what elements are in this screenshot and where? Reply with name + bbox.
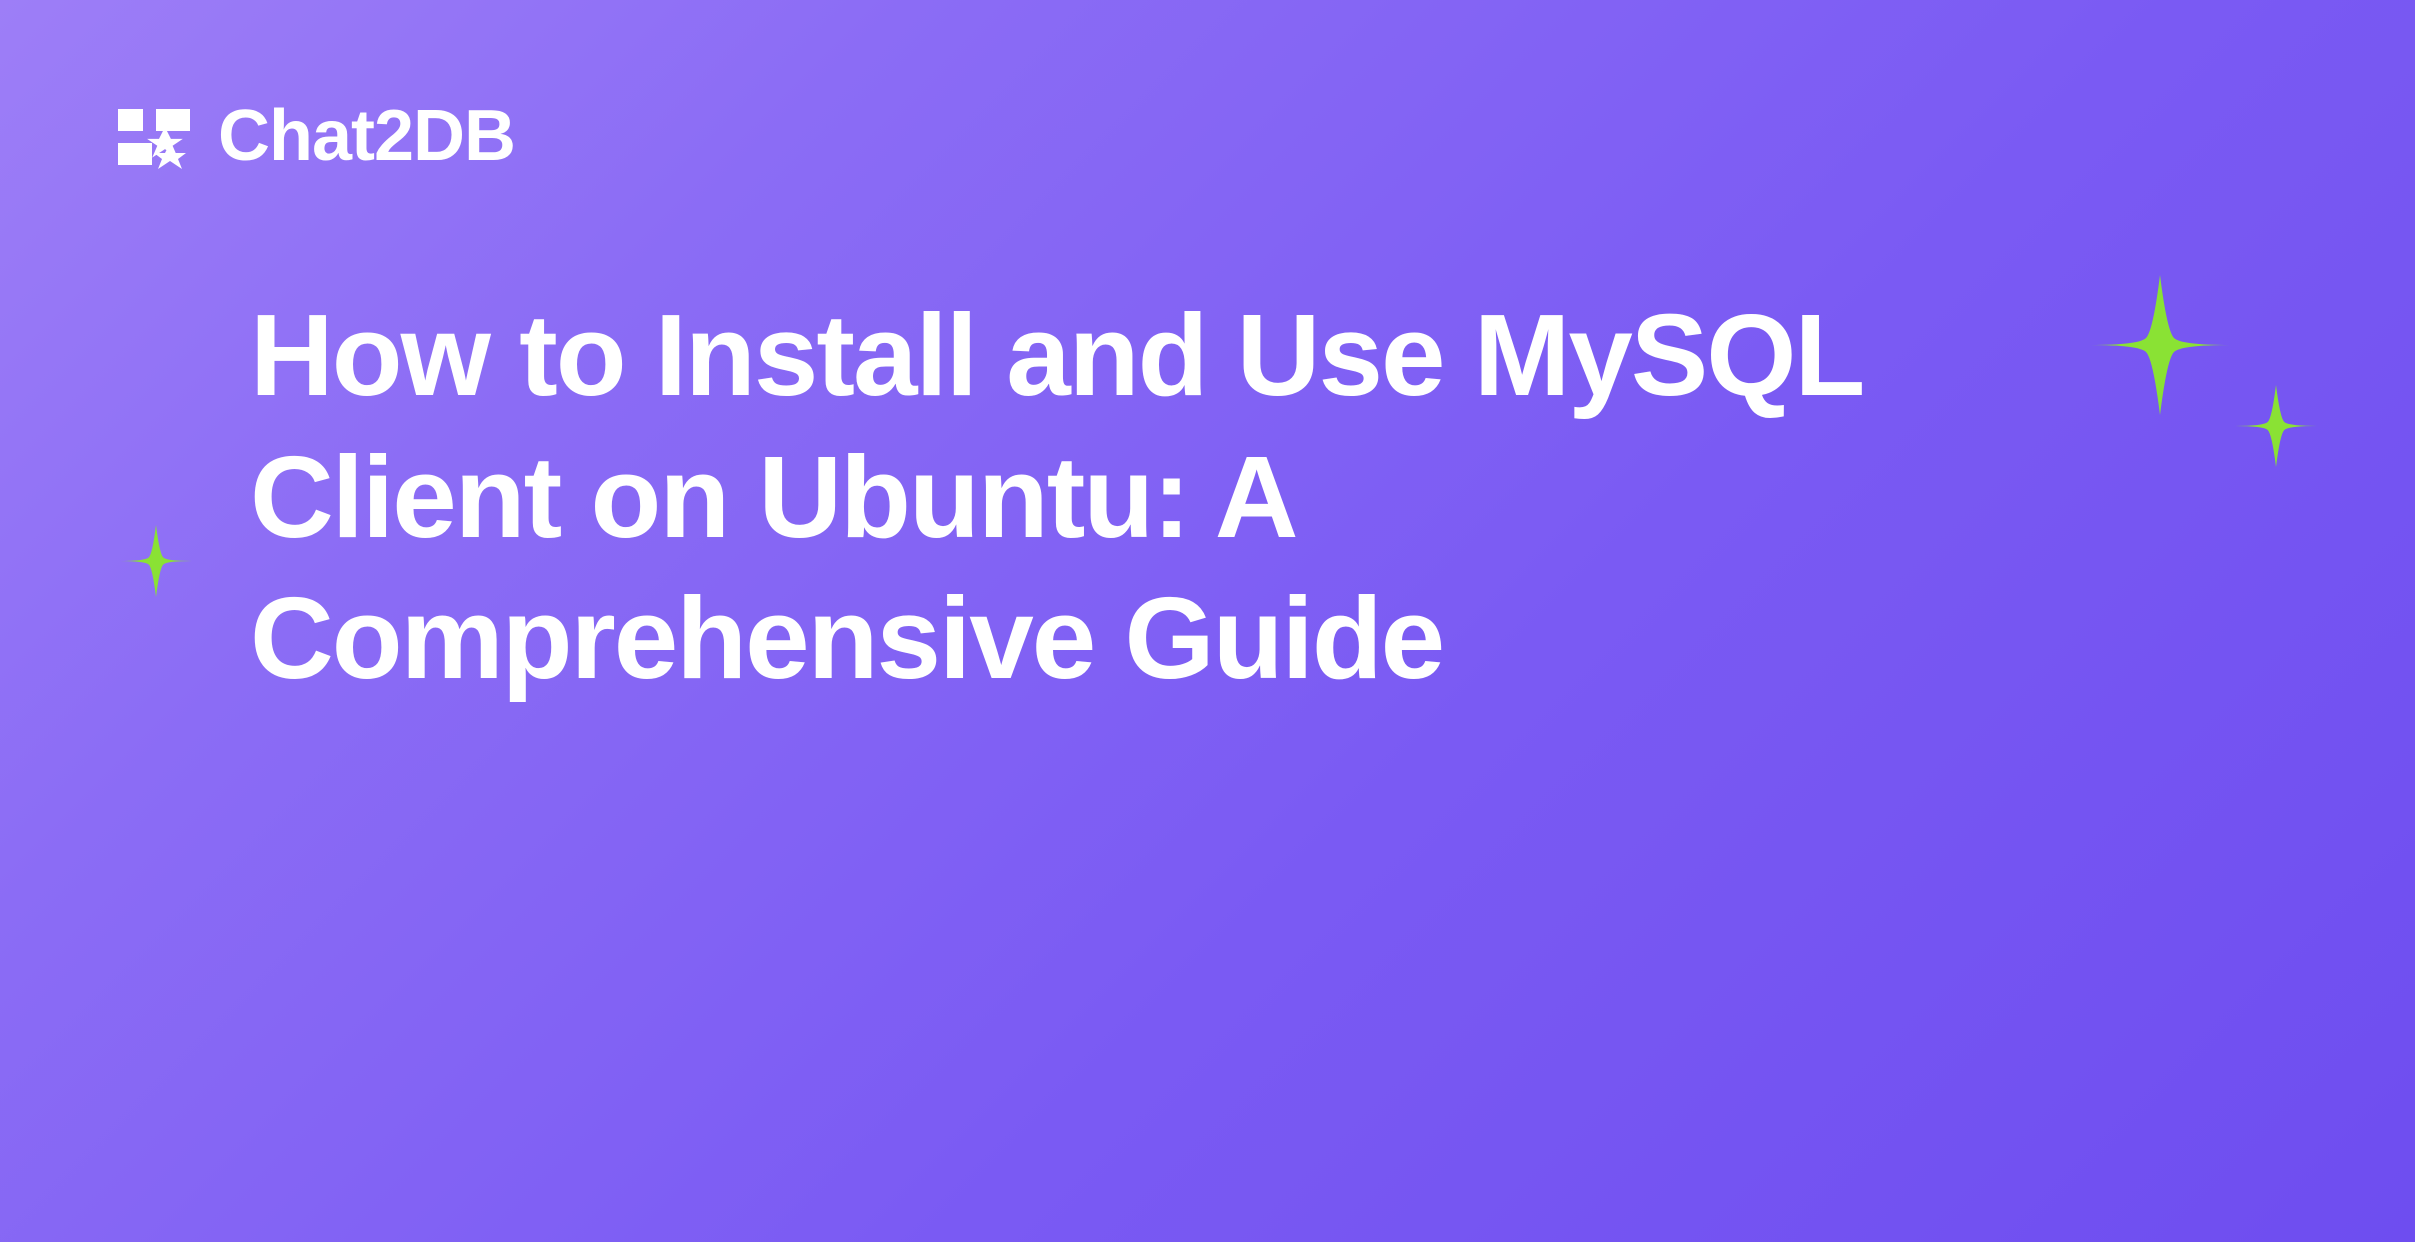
sparkle-icon-medium (2235, 385, 2317, 467)
brand-logo-icon (108, 101, 198, 171)
brand-logo-container: Chat2DB (108, 95, 515, 177)
sparkle-icon-small (120, 525, 192, 597)
page-title: How to Install and Use MySQL Client on U… (250, 285, 1950, 710)
sparkle-icon-large (2090, 275, 2230, 415)
brand-name: Chat2DB (218, 95, 515, 177)
